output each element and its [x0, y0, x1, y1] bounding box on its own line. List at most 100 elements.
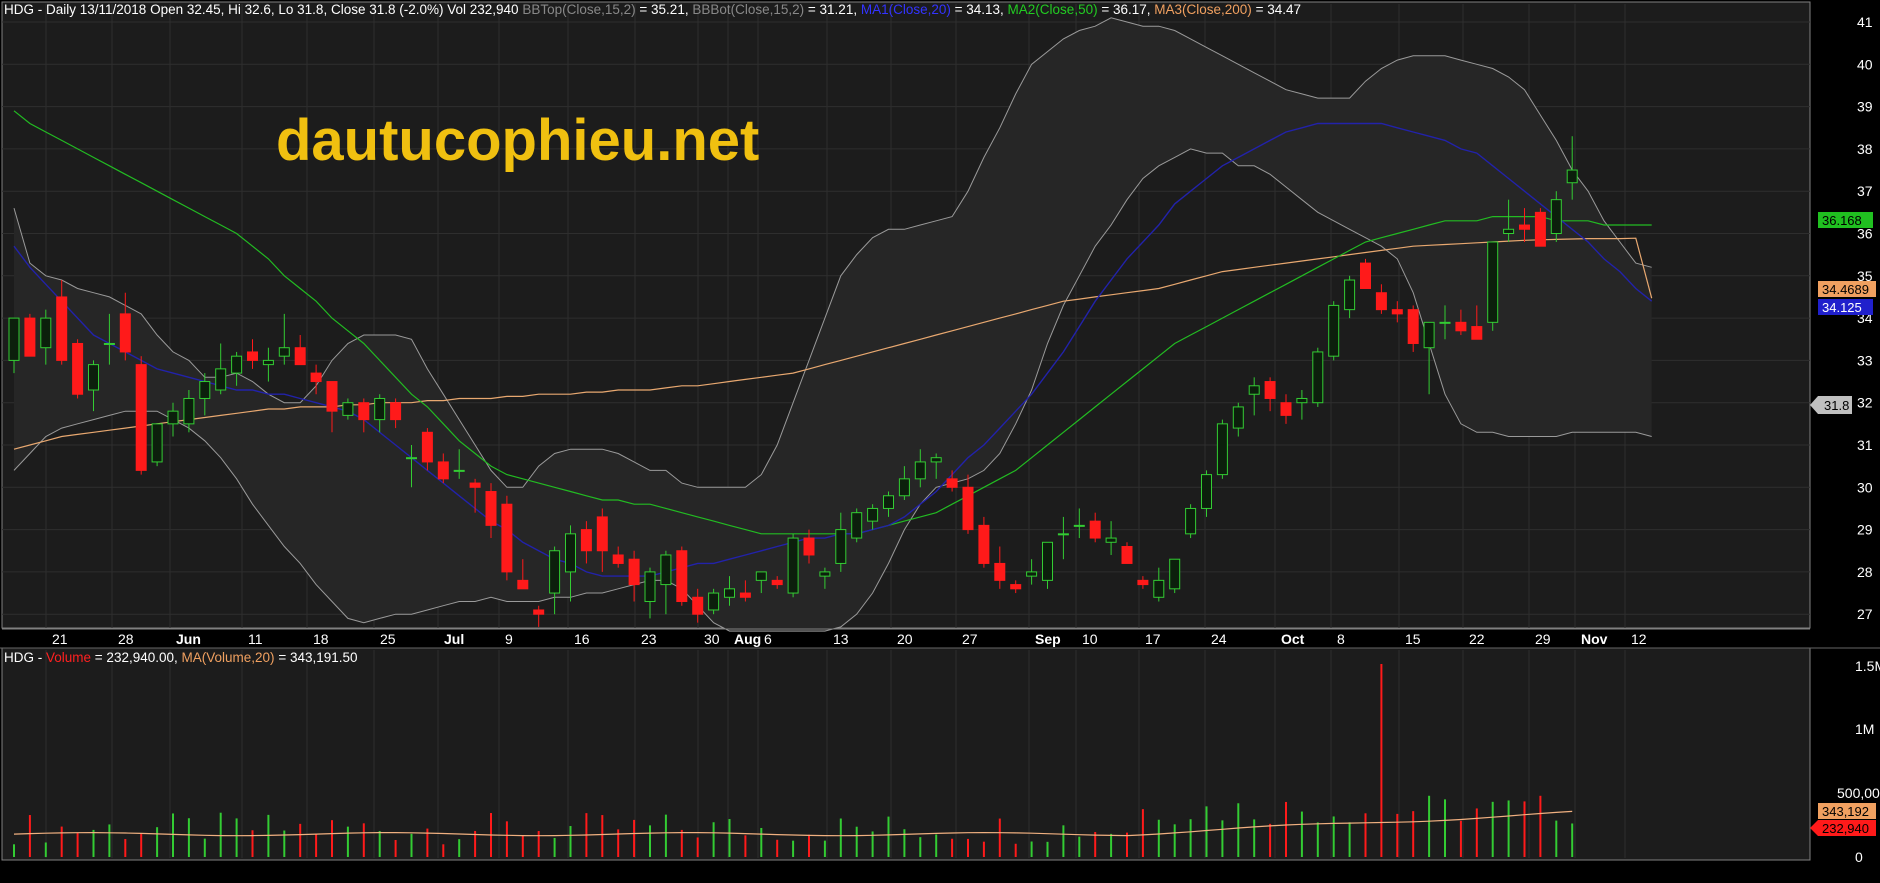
date-tick-label: 9 [505, 631, 513, 647]
candle-body [1550, 199, 1562, 235]
date-tick-label: 25 [380, 631, 396, 647]
candle-body [1328, 304, 1340, 357]
date-tick-label: 6 [764, 631, 772, 647]
bbbot-label: BBBot(Close,15,2) [692, 2, 804, 17]
volume-ma-label: MA(Volume,20) [182, 650, 275, 665]
candle-body [247, 351, 258, 361]
candle-body [406, 457, 417, 460]
candle-body [1360, 262, 1371, 289]
date-tick-label: Aug [734, 631, 761, 647]
candle-body [930, 457, 942, 463]
candle-body [103, 342, 115, 345]
candle-body [580, 529, 592, 552]
price-tick-label: 41 [1857, 14, 1873, 30]
candle-body [644, 571, 656, 603]
date-tick-label: 10 [1082, 631, 1098, 647]
candle-body [358, 402, 370, 421]
candle-body [978, 524, 990, 564]
candle-body [72, 342, 84, 395]
candle-body [1201, 474, 1212, 509]
candle-body [262, 359, 274, 366]
watermark: dautucophieu.net [276, 108, 759, 173]
volume-value: = 232,940.00, [95, 650, 182, 665]
candle-body [1216, 423, 1228, 476]
candle-body [1264, 381, 1276, 399]
date-tick-label: Jun [176, 631, 201, 647]
date-tick-label: Oct [1281, 631, 1305, 647]
volume-header: HDG - Volume = 232,940.00, MA(Volume,20)… [4, 650, 358, 665]
candle-body [819, 571, 831, 577]
date-tick-label: 21 [52, 631, 68, 647]
candle-body [1232, 406, 1244, 429]
ma3-label: MA3(Close,200) [1154, 2, 1252, 17]
candle-body [1185, 507, 1197, 535]
price-tick-label: 37 [1857, 183, 1873, 199]
volume-tick-label: 0 [1855, 849, 1863, 865]
ma3-value: = 34.47 [1256, 2, 1301, 17]
candle-body [1121, 546, 1133, 564]
candle-body [692, 596, 704, 615]
candle-body [453, 469, 465, 472]
candle-body [628, 558, 640, 586]
ma1-label: MA1(Close,20) [861, 2, 951, 17]
candle-body [1471, 326, 1483, 340]
candle-body [867, 507, 879, 522]
date-tick-label: 23 [641, 631, 657, 647]
price-tick-label: 31 [1857, 437, 1873, 453]
candle-body [1407, 309, 1419, 344]
date-tick-label: Jul [444, 631, 464, 647]
volume-tick-label: 1.5M [1855, 658, 1880, 674]
volume-ma-tag-text: 343,192 [1822, 804, 1869, 819]
candle-body [724, 588, 735, 598]
volume-tag-text: 232,940 [1822, 821, 1869, 836]
candle-body [1280, 402, 1292, 416]
candle-body [914, 461, 926, 480]
candle-body [596, 516, 608, 552]
candle-body [755, 571, 767, 581]
candle-body [994, 562, 1006, 581]
bbbot-value: = 31.21, [808, 2, 861, 17]
candle-body [517, 579, 529, 590]
candle-body [199, 381, 211, 399]
volume-ticker: HDG - [4, 650, 46, 665]
candle-body [56, 296, 68, 361]
candle-body [851, 512, 863, 539]
candle-body [1137, 579, 1149, 586]
candle-body [883, 495, 894, 509]
date-tick-label: Nov [1581, 631, 1608, 647]
price-tick-label: 28 [1857, 564, 1873, 580]
stock-chart: 414039383736353433323130292827 1.5M1M500… [0, 0, 1880, 878]
candle-body [1423, 321, 1435, 349]
volume-tags: 343,192 232,940 [1810, 803, 1876, 836]
volume-label: Volume [46, 650, 91, 665]
date-tick-label: 8 [1337, 631, 1345, 647]
candle-body [485, 491, 497, 526]
candle-body [1391, 309, 1403, 315]
candle-body [469, 482, 481, 488]
date-tick-label: 11 [248, 631, 263, 647]
candle-body [549, 550, 561, 594]
candle-body [708, 592, 720, 611]
volume-ma-value: = 343,191.50 [278, 650, 357, 665]
volume-tick-label: 1M [1855, 721, 1874, 737]
candle-body [310, 372, 322, 383]
candle-body [1010, 584, 1022, 590]
ma2-label: MA2(Close,50) [1008, 2, 1098, 17]
candle-body [803, 537, 815, 556]
candle-body [1312, 351, 1324, 404]
candle-body [1073, 524, 1085, 527]
volume-panel[interactable] [1, 647, 1811, 861]
candle-body [1296, 397, 1308, 404]
candle-body [660, 554, 672, 586]
candle-body [215, 368, 227, 391]
candle-body [8, 317, 20, 361]
date-tick-label: 16 [574, 631, 590, 647]
candle-body [898, 478, 910, 497]
candle-body [676, 550, 688, 603]
candle-body [421, 431, 433, 463]
ma20-tag-text: 34.125 [1822, 300, 1862, 315]
date-tick-label: 18 [313, 631, 329, 647]
candle-body [835, 529, 847, 564]
candle-body [962, 486, 974, 531]
candle-body [1519, 224, 1530, 230]
